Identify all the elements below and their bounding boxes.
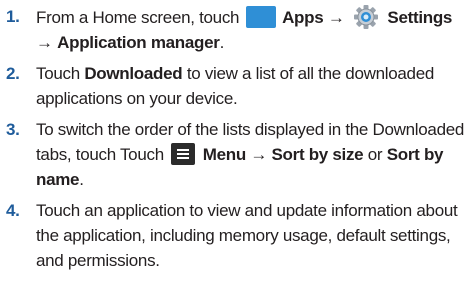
step-4: 4. Touch an application to view and upda… [0,198,473,273]
arrow-icon: → [327,8,345,27]
step-text-end: . [79,170,84,189]
step-1: 1. From a Home screen, touch Apps → Sett… [0,4,473,55]
step-text: Touch an application to view and update … [36,201,458,270]
arrow-icon: → [250,145,268,164]
step-text: Touch [36,64,80,83]
step-2: 2. Touch Downloaded to view a list of al… [0,61,473,111]
step-number: 2. [6,64,20,83]
step-text-end: . [219,33,225,52]
step-text: From a Home screen, touch [36,8,240,27]
step-text: or [367,145,383,164]
step-number: 4. [6,201,20,220]
settings-label: Settings [387,8,453,27]
step-3: 3. To switch the order of the lists disp… [0,117,473,192]
menu-label: Menu [202,145,246,164]
step-number: 1. [6,7,20,26]
arrow-icon: → [36,33,53,52]
sort-by-size-label: Sort by size [271,145,364,164]
application-manager-label: Application manager [57,33,220,52]
apps-grid-icon [245,6,276,28]
downloaded-label: Downloaded [84,64,183,83]
settings-gear-icon [351,4,381,30]
apps-label: Apps [282,8,324,27]
step-number: 3. [6,120,20,139]
instruction-list: 1. From a Home screen, touch Apps → Sett… [0,0,473,302]
menu-icon [171,143,196,165]
